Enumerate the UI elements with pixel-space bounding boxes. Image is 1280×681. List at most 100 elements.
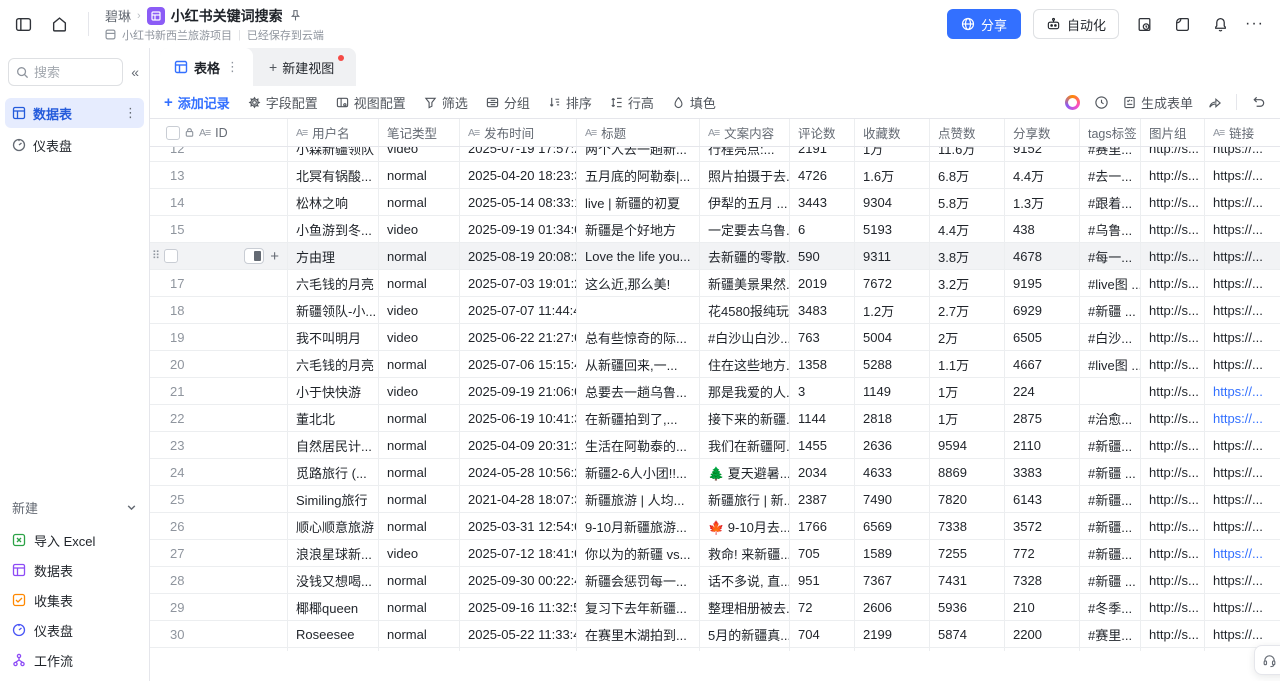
column-header-content[interactable]: A≡文案内容 — [700, 119, 790, 146]
cell-likes[interactable]: 7255 — [930, 540, 1005, 567]
cell-time[interactable]: 2025-07-12 18:41:02 — [460, 540, 577, 567]
expand-record-button[interactable] — [244, 248, 264, 264]
cell-content[interactable]: 去新疆的零散... — [700, 243, 790, 270]
extensions-icon[interactable] — [1169, 11, 1195, 37]
cell-tags[interactable]: #每一... — [1080, 243, 1141, 270]
cell-likes[interactable]: 4391 — [930, 648, 1005, 651]
cell-id[interactable]: 25 — [150, 486, 288, 513]
cell-collects[interactable]: 5004 — [855, 324, 930, 351]
cell-likes[interactable]: 11.6万 — [930, 147, 1005, 162]
cell-comments[interactable]: 590 — [790, 243, 855, 270]
cell-type[interactable]: normal — [379, 432, 460, 459]
cell-link[interactable]: https://... — [1205, 216, 1280, 243]
create-item-datatable[interactable]: 数据表 — [5, 555, 144, 585]
link-text[interactable]: https://... — [1213, 249, 1263, 264]
table-row[interactable]: 17六毛钱的月亮normal2025-07-03 19:01:24这么近,那么美… — [150, 270, 1280, 297]
cell-likes[interactable]: 3.2万 — [930, 270, 1005, 297]
table-row[interactable]: 12小森新疆领队video2025-07-19 17:57:21两个人去一趟新.… — [150, 147, 1280, 162]
cell-tags[interactable]: #新疆 ... — [1080, 567, 1141, 594]
cell-likes[interactable]: 6.8万 — [930, 162, 1005, 189]
filter-button[interactable]: 筛选 — [424, 93, 468, 112]
cell-time[interactable]: 2021-04-28 18:07:37 — [460, 486, 577, 513]
cell-type[interactable]: normal — [379, 513, 460, 540]
cell-user[interactable]: 六毛钱的月亮 — [288, 270, 379, 297]
collapse-sidebar-icon[interactable]: « — [131, 64, 141, 80]
cell-type[interactable]: normal — [379, 459, 460, 486]
create-section-header[interactable]: 新建 — [5, 494, 144, 525]
cell-link[interactable]: https://... — [1205, 324, 1280, 351]
cell-user[interactable]: 松林之响 — [288, 189, 379, 216]
cell-collects[interactable]: 5288 — [855, 351, 930, 378]
cell-images[interactable]: http://s... — [1141, 648, 1205, 651]
cell-shares[interactable]: 210 — [1005, 594, 1080, 621]
cell-title[interactable]: 新疆旅游 | 人均... — [577, 486, 700, 513]
cell-time[interactable]: 2025-06-22 21:27:03 — [460, 324, 577, 351]
cell-tags[interactable]: #新疆... — [1080, 540, 1141, 567]
cell-time[interactable]: 2025-09-19 21:06:07 — [460, 378, 577, 405]
cell-tags[interactable]: #live图 ... — [1080, 270, 1141, 297]
cell-comments[interactable]: 1455 — [790, 432, 855, 459]
ai-assistant-icon[interactable] — [1065, 95, 1080, 110]
link-text[interactable]: https://... — [1213, 357, 1263, 372]
cell-images[interactable]: http://s... — [1141, 351, 1205, 378]
cell-user[interactable]: 小森新疆领队 — [288, 147, 379, 162]
cell-link[interactable]: https://... — [1205, 486, 1280, 513]
cell-tags[interactable]: #白沙... — [1080, 324, 1141, 351]
cell-shares[interactable]: 4.4万 — [1005, 162, 1080, 189]
cell-content[interactable]: 🌲 夏天避暑... — [700, 459, 790, 486]
cell-tags[interactable]: #跟着... — [1080, 189, 1141, 216]
cell-type[interactable]: normal — [379, 405, 460, 432]
cell-collects[interactable]: 2636 — [855, 432, 930, 459]
cell-likes[interactable]: 1.1万 — [930, 351, 1005, 378]
cell-likes[interactable]: 4.4万 — [930, 216, 1005, 243]
link-text[interactable]: https://... — [1213, 384, 1263, 399]
cell-time[interactable]: 2025-06-19 10:41:32 — [460, 405, 577, 432]
cell-time[interactable]: 2025-05-22 11:33:46 — [460, 621, 577, 648]
cell-type[interactable]: normal — [379, 162, 460, 189]
cell-id[interactable]: ⠿+ — [150, 243, 288, 270]
link-text[interactable]: https://... — [1213, 195, 1263, 210]
cell-time[interactable]: 2025-04-09 20:31:31 — [460, 432, 577, 459]
cell-user[interactable]: 我不叫明月 — [288, 324, 379, 351]
cell-images[interactable]: http://s... — [1141, 594, 1205, 621]
link-text[interactable]: https://... — [1213, 627, 1263, 642]
cell-user[interactable]: 董北北 — [288, 405, 379, 432]
link-text[interactable]: https://... — [1213, 438, 1263, 453]
table-row[interactable]: 29椰椰queennormal2025-09-16 11:32:51复习下去年新… — [150, 594, 1280, 621]
cell-time[interactable]: 2025-07-07 11:44:41 — [460, 297, 577, 324]
cell-images[interactable]: http://s... — [1141, 378, 1205, 405]
cell-comments[interactable]: 763 — [790, 324, 855, 351]
cell-images[interactable]: http://s... — [1141, 432, 1205, 459]
cell-content[interactable]: 🍁 9-10月去... — [700, 513, 790, 540]
cell-link[interactable]: https://... — [1205, 162, 1280, 189]
cell-id[interactable]: 21 — [150, 378, 288, 405]
cell-id[interactable]: 23 — [150, 432, 288, 459]
fill-color-button[interactable]: 填色 — [672, 93, 716, 112]
cell-title[interactable]: live | 新疆的初夏 — [577, 189, 700, 216]
cell-type[interactable]: normal — [379, 270, 460, 297]
cell-time[interactable]: 2025-07-03 19:01:24 — [460, 270, 577, 297]
cell-user[interactable]: 小于快快游 — [288, 378, 379, 405]
cell-tags[interactable]: #新疆 ... — [1080, 459, 1141, 486]
cell-id[interactable]: 24 — [150, 459, 288, 486]
cell-id[interactable]: 17 — [150, 270, 288, 297]
cell-images[interactable]: http://s... — [1141, 486, 1205, 513]
tab-grid-view[interactable]: 表格 ⋮ — [160, 48, 253, 86]
cell-link[interactable]: https://... — [1205, 189, 1280, 216]
cell-link[interactable]: https://... — [1205, 594, 1280, 621]
view-config-button[interactable]: 视图配置 — [336, 93, 406, 112]
cell-likes[interactable]: 5.8万 — [930, 189, 1005, 216]
cell-link[interactable]: https://... — [1205, 378, 1280, 405]
cell-type[interactable]: video — [379, 324, 460, 351]
cell-title[interactable]: 新疆是个好地方 — [577, 216, 700, 243]
cell-type[interactable]: normal — [379, 594, 460, 621]
sidebar-item-dashboard[interactable]: 仪表盘 — [5, 130, 144, 160]
cell-title[interactable]: 这么近,那么美! — [577, 270, 700, 297]
cell-comments[interactable]: 3 — [790, 378, 855, 405]
cell-images[interactable]: http://s... — [1141, 405, 1205, 432]
cell-user[interactable]: 椰椰queen — [288, 594, 379, 621]
column-header-collects[interactable]: 收藏数 — [855, 119, 930, 146]
cell-title[interactable]: 新疆的风 — [577, 648, 700, 651]
version-history-icon[interactable] — [1131, 11, 1157, 37]
cell-images[interactable]: http://s... — [1141, 297, 1205, 324]
